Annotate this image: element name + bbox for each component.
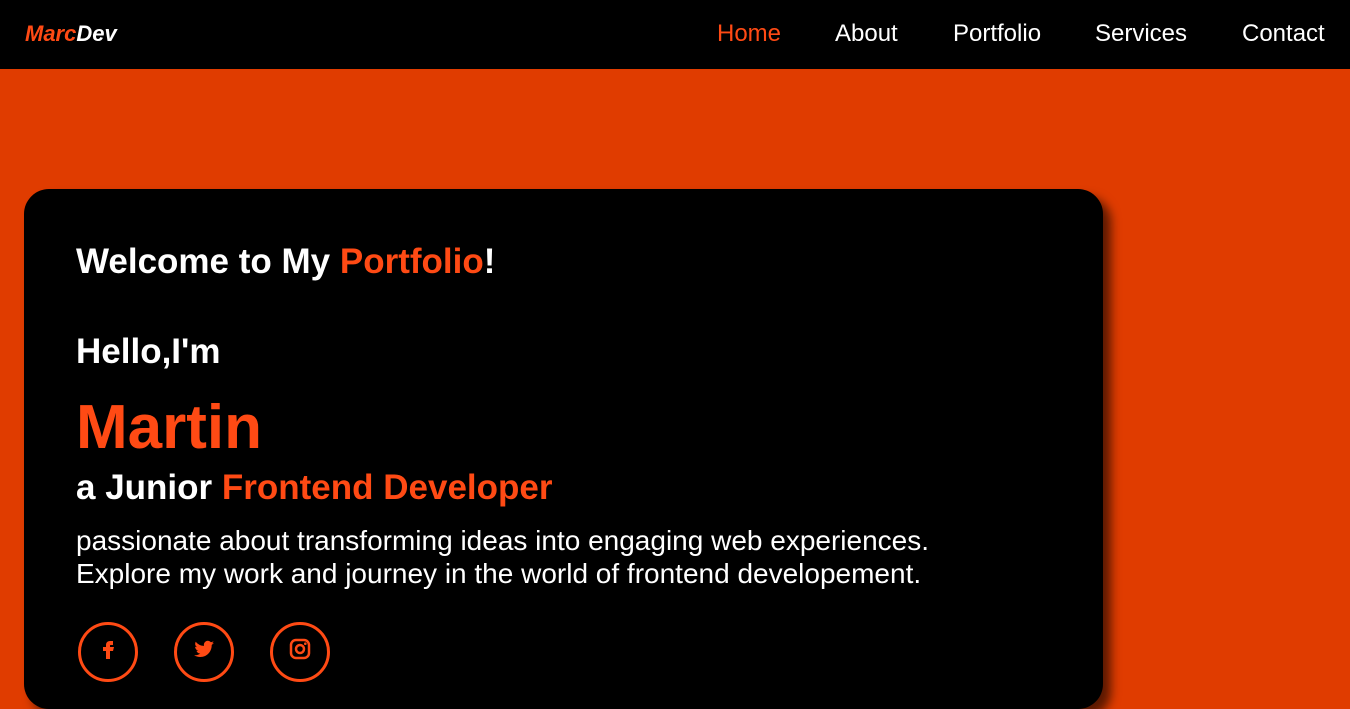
nav-link-about[interactable]: About <box>835 21 898 47</box>
role-accent: Frontend Developer <box>221 468 553 507</box>
desc-line-1: passionate about transforming ideas into… <box>76 525 930 556</box>
welcome-prefix: Welcome to My <box>76 242 340 281</box>
nav-link-portfolio[interactable]: Portfolio <box>953 21 1041 47</box>
instagram-link[interactable] <box>270 622 330 682</box>
role-prefix: a Junior <box>76 468 222 507</box>
role-text: a Junior Frontend Developer <box>76 469 552 507</box>
facebook-icon <box>96 637 120 667</box>
brand-logo-part1: Marc <box>25 21 77 46</box>
twitter-link[interactable] <box>174 622 234 682</box>
hello-text: Hello,I'm <box>76 332 221 371</box>
instagram-icon <box>288 637 312 667</box>
welcome-heading: Welcome to My Portfolio! <box>76 242 495 282</box>
twitter-icon <box>192 637 216 667</box>
nav-link-contact[interactable]: Contact <box>1242 21 1325 47</box>
brand-logo[interactable]: MarcDev <box>25 21 117 47</box>
hero-name: Martin <box>76 393 262 462</box>
welcome-suffix: ! <box>483 242 496 281</box>
navbar: MarcDev Home About Portfolio Services Co… <box>0 0 1350 69</box>
nav-link-services[interactable]: Services <box>1095 21 1187 47</box>
brand-logo-part2: Dev <box>76 21 117 46</box>
desc-line-2: Explore my work and journey in the world… <box>76 558 922 589</box>
facebook-link[interactable] <box>78 622 138 682</box>
nav-link-home[interactable]: Home <box>717 21 781 47</box>
hero-description: passionate about transforming ideas into… <box>76 524 929 590</box>
hero-card: Welcome to My Portfolio! Hello,I'm Marti… <box>24 189 1103 709</box>
welcome-accent: Portfolio <box>339 242 484 281</box>
